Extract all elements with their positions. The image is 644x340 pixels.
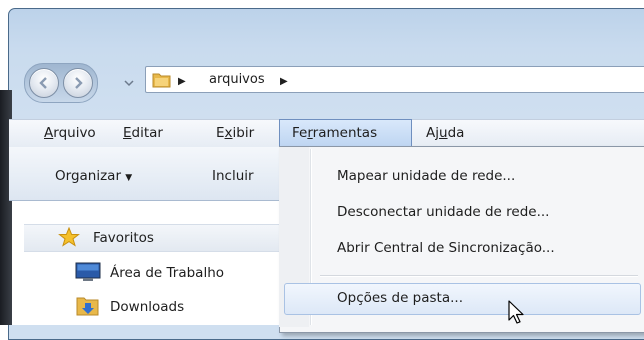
mouse-cursor-icon [508, 300, 524, 324]
include-button[interactable]: Incluir [212, 168, 254, 184]
menu-exibir[interactable]: Exibir [216, 124, 254, 142]
menu-item-folder-options[interactable]: Opções de pasta... [337, 290, 463, 306]
back-button[interactable] [29, 68, 59, 98]
breadcrumb-separator-icon[interactable]: ▶ [178, 76, 186, 87]
menu-ajuda[interactable]: Ajuda [426, 124, 464, 142]
desktop-icon [75, 262, 101, 281]
folder-icon [152, 73, 171, 88]
forward-arrow-icon [75, 77, 83, 89]
star-icon [58, 227, 80, 247]
menu-separator [320, 275, 638, 277]
menu-arquivo[interactable]: Arquivo [44, 124, 96, 142]
recent-pages-chevron-icon[interactable] [123, 78, 135, 88]
back-arrow-icon [39, 77, 47, 89]
nav-item-desktop[interactable]: Área de Trabalho [110, 265, 224, 281]
dropdown-arrow-icon: ▼ [125, 173, 133, 183]
menu-item-disconnect-network-drive[interactable]: Desconectar unidade de rede... [337, 204, 549, 220]
menu-ferramentas[interactable]: Ferramentas [292, 124, 377, 142]
favorites-label[interactable]: Favoritos [93, 230, 154, 246]
forward-button[interactable] [63, 68, 93, 98]
breadcrumb-separator-icon[interactable]: ▶ [280, 76, 288, 87]
organize-label: Organizar [55, 168, 121, 184]
menu-item-open-sync-center[interactable]: Abrir Central de Sincronização... [337, 240, 555, 256]
menu-item-map-network-drive[interactable]: Mapear unidade de rede... [337, 168, 515, 184]
nav-item-downloads[interactable]: Downloads [110, 299, 184, 315]
downloads-folder-icon [76, 297, 99, 316]
organize-button[interactable]: Organizar ▼ [55, 168, 132, 184]
menu-editar[interactable]: Editar [123, 124, 163, 142]
breadcrumb-item[interactable]: arquivos [209, 72, 265, 87]
